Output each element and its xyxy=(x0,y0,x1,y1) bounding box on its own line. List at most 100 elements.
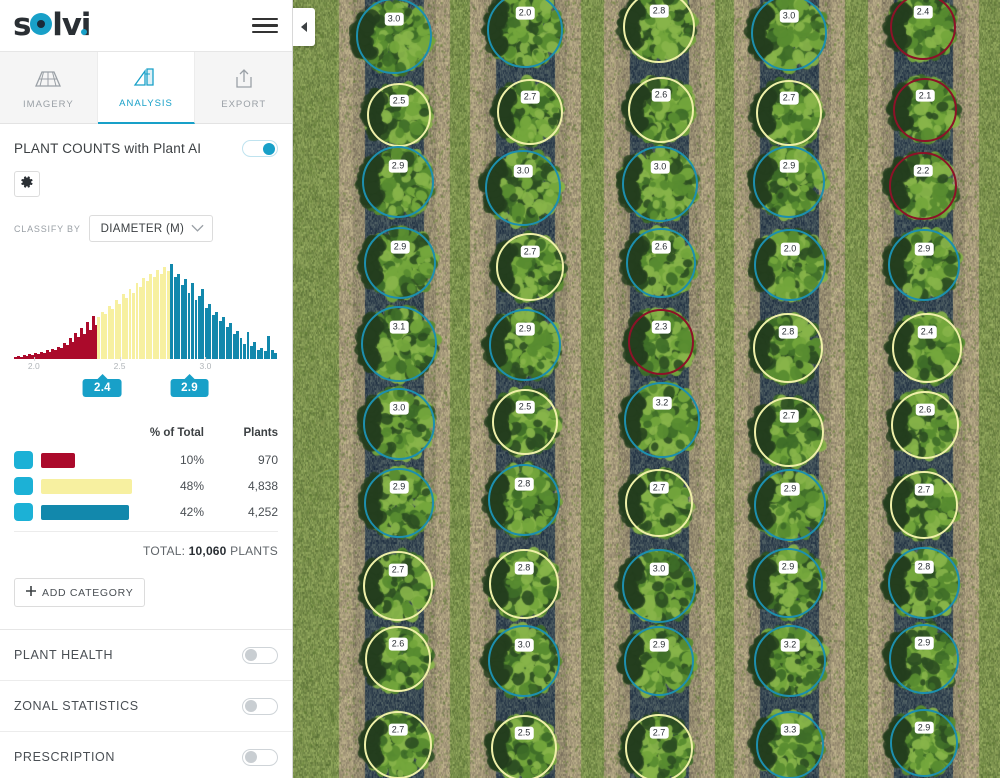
plant-detection-circle[interactable] xyxy=(628,309,694,375)
plant-detection-circle[interactable] xyxy=(754,625,826,697)
plant-detection-circle[interactable] xyxy=(362,146,434,218)
histogram-bar xyxy=(152,277,156,359)
histogram-threshold-handle[interactable]: 2.4 xyxy=(82,379,122,397)
logo-o-icon xyxy=(30,13,53,35)
plant-detection-circle[interactable] xyxy=(364,468,434,538)
feature-row[interactable]: PLANT HEALTH xyxy=(0,630,292,681)
legend-header-percent: % of Total xyxy=(149,427,204,439)
plant-detection-circle[interactable] xyxy=(624,382,700,458)
histogram-bar xyxy=(243,343,246,359)
plant-detection-circle[interactable] xyxy=(365,626,431,692)
feature-row-toggle[interactable] xyxy=(242,646,278,664)
plant-detection-circle[interactable] xyxy=(893,78,957,142)
tab-imagery[interactable]: IMAGERY xyxy=(0,52,98,124)
plant-detection-circle[interactable] xyxy=(361,306,437,382)
plant-detection-circle[interactable] xyxy=(754,469,826,541)
plant-counts-header: PLANT COUNTS with Plant AI xyxy=(14,124,278,157)
plant-detection-circle[interactable] xyxy=(488,464,560,536)
hamburger-icon[interactable] xyxy=(252,10,278,42)
feature-row[interactable]: ZONAL STATISTICS xyxy=(0,681,292,732)
plant-detection-circle[interactable] xyxy=(491,715,557,778)
plant-detection-circle[interactable] xyxy=(756,80,822,146)
plant-detection-circle[interactable] xyxy=(489,309,561,381)
plant-detection-circle[interactable] xyxy=(485,150,561,226)
histogram-bar xyxy=(263,351,267,359)
plant-detection-circle[interactable] xyxy=(497,79,563,145)
plant-detection-circle[interactable] xyxy=(363,551,433,621)
grid-imagery-icon xyxy=(33,66,63,92)
plant-detection-circle[interactable] xyxy=(492,389,558,455)
plant-detection-circle[interactable] xyxy=(753,548,823,618)
plant-detection-circle[interactable] xyxy=(356,0,432,74)
legend-row[interactable]: 48% 4,838 xyxy=(14,473,278,499)
plant-detection-circle[interactable] xyxy=(628,77,694,143)
plant-detection-circle[interactable] xyxy=(626,228,696,298)
legend-count: 4,838 xyxy=(247,479,278,493)
feature-row[interactable]: PRESCRIPTION xyxy=(0,732,292,778)
plant-counts-toggle[interactable] xyxy=(242,140,278,157)
histogram-bar xyxy=(149,273,153,359)
plant-detection-circle[interactable] xyxy=(892,313,962,383)
plant-detection-circle[interactable] xyxy=(624,626,694,696)
plant-detection-circle[interactable] xyxy=(622,146,698,222)
histogram-bar xyxy=(128,288,132,359)
plant-detection-circle[interactable] xyxy=(890,471,958,539)
category-color-bar[interactable] xyxy=(41,452,75,468)
feature-row-toggle[interactable] xyxy=(242,697,278,715)
histogram-axis: 2.0 2.5 3.0 xyxy=(14,357,278,377)
plant-detection-circle[interactable] xyxy=(756,711,824,778)
histogram-bar xyxy=(236,330,239,359)
category-color-picker[interactable] xyxy=(14,477,33,495)
plant-counts-settings-button[interactable] xyxy=(14,171,40,197)
plant-detection-circle[interactable] xyxy=(753,146,825,218)
add-category-button[interactable]: ADD CATEGORY xyxy=(14,578,146,607)
plant-detection-circle[interactable] xyxy=(364,227,436,299)
plant-detection-circle[interactable] xyxy=(889,152,957,220)
collapse-panel-button[interactable] xyxy=(293,8,315,46)
gear-icon xyxy=(20,175,34,194)
histogram-widget[interactable]: 2.0 2.5 3.0 2.4 2.9 xyxy=(0,264,292,405)
plant-detection-circle[interactable] xyxy=(891,391,959,459)
map-viewport[interactable]: 3.0 2.0 2.8 3.0 2.4 2.5 2.7 2.6 2.7 2.1 2.9 3.0 3.0 2… xyxy=(293,0,1000,778)
plant-detection-circle[interactable] xyxy=(888,229,960,301)
category-color-picker[interactable] xyxy=(14,503,33,521)
plant-detection-circle[interactable] xyxy=(888,547,960,619)
category-color-bar[interactable] xyxy=(41,504,129,520)
category-legend: % of Total Plants 10% 970 48% 4,838 42% 4,252… xyxy=(0,427,292,558)
plant-detection-circle[interactable] xyxy=(363,388,435,460)
legend-row[interactable]: 10% 970 xyxy=(14,447,278,473)
classify-by-row: CLASSIFY BY DIAMETER (M) xyxy=(14,215,278,242)
histogram-bar xyxy=(163,266,167,359)
histogram-bar xyxy=(180,284,184,359)
feature-row-toggle[interactable] xyxy=(242,748,278,766)
histogram-bar xyxy=(159,273,163,359)
tab-export[interactable]: EXPORT xyxy=(195,52,293,124)
plant-detection-circle[interactable] xyxy=(496,233,564,301)
tab-analysis[interactable]: ANALYSIS xyxy=(97,52,196,124)
plant-detection-circle[interactable] xyxy=(622,549,696,623)
export-upload-icon xyxy=(232,66,256,92)
plant-detection-circle[interactable] xyxy=(488,625,560,697)
plant-detection-circle[interactable] xyxy=(625,469,693,537)
histogram-threshold-handle[interactable]: 2.9 xyxy=(170,379,209,397)
plant-detection-circle[interactable] xyxy=(367,83,431,147)
histogram-bar xyxy=(208,303,212,359)
category-color-picker[interactable] xyxy=(14,451,33,469)
plant-detection-circle[interactable] xyxy=(754,229,826,301)
histogram-bar xyxy=(125,298,128,359)
plant-detection-circle[interactable] xyxy=(754,397,824,467)
histogram-bars[interactable] xyxy=(14,264,278,359)
legend-row[interactable]: 42% 4,252 xyxy=(14,499,278,525)
plant-detection-circle[interactable] xyxy=(889,624,959,694)
logo-bar: s lvi xyxy=(0,0,292,52)
feature-row-label: ZONAL STATISTICS xyxy=(14,699,139,713)
histogram-bar xyxy=(246,332,250,359)
histogram-threshold-handles[interactable]: 2.4 2.9 xyxy=(14,379,278,405)
classify-by-select[interactable]: DIAMETER (M) xyxy=(88,215,214,242)
plant-detection-circle[interactable] xyxy=(890,709,958,777)
plant-detection-circle[interactable] xyxy=(489,549,559,619)
plant-detection-circle[interactable] xyxy=(753,313,823,383)
category-color-bar[interactable] xyxy=(41,478,132,494)
plant-detection-circle[interactable] xyxy=(625,714,693,778)
plant-detection-circle[interactable] xyxy=(364,711,432,778)
